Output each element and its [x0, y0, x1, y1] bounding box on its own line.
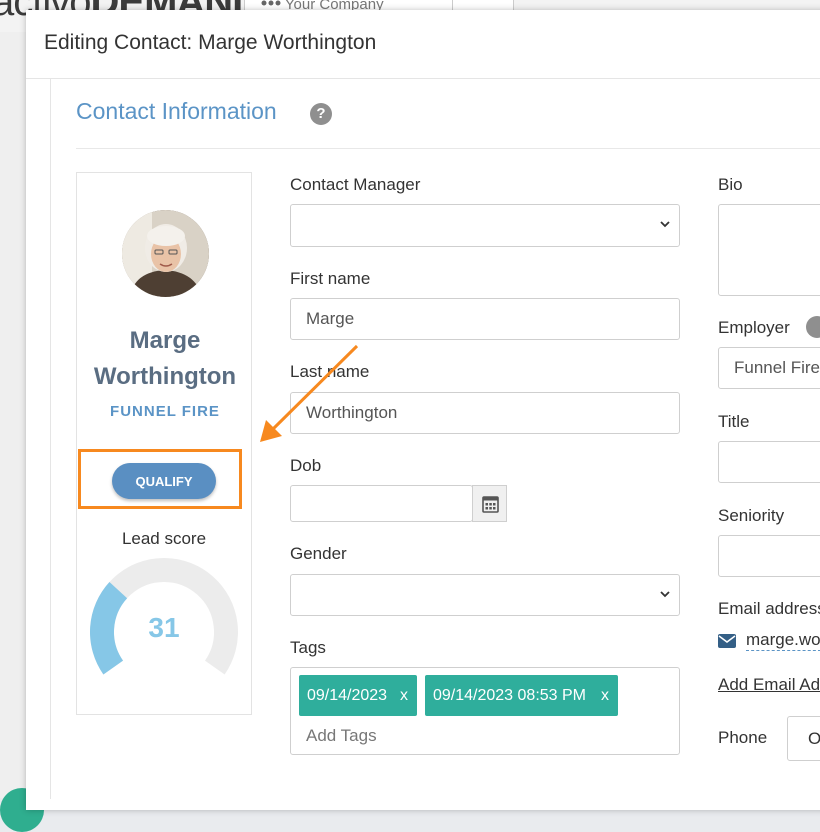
- app-sidebar: [0, 32, 26, 798]
- last-name-label: Last name: [290, 362, 370, 381]
- help-icon[interactable]: ?: [310, 103, 332, 125]
- email-label: Email address: [718, 599, 820, 618]
- dob-label: Dob: [290, 456, 322, 475]
- edit-contact-modal: Editing Contact: Marge Worthington Conta…: [26, 10, 820, 810]
- first-name-label: First name: [290, 269, 371, 288]
- lead-score-value: 31: [148, 612, 180, 643]
- qualify-button[interactable]: QUALIFY: [112, 463, 216, 499]
- contact-manager-label: Contact Manager: [290, 175, 421, 194]
- tags-input[interactable]: 09/14/2023 x 09/14/2023 08:53 PM x Add T…: [290, 667, 680, 755]
- avatar[interactable]: [122, 210, 209, 297]
- bio-textarea[interactable]: [718, 204, 820, 296]
- phone-type-select[interactable]: O: [787, 716, 820, 761]
- tags-label: Tags: [290, 638, 326, 657]
- avatar-image: [122, 210, 209, 297]
- calendar-icon: [482, 496, 499, 513]
- employer-label: Employer: [718, 318, 790, 337]
- contact-manager-select[interactable]: [290, 204, 680, 247]
- envelope-icon: [718, 634, 736, 648]
- content-divider: [50, 79, 51, 799]
- seniority-label: Seniority: [718, 506, 785, 525]
- employer-input[interactable]: Funnel Fire: [718, 347, 820, 389]
- contact-name: Marge Worthington: [93, 327, 237, 390]
- dob-input[interactable]: [290, 485, 473, 522]
- tag-remove-button[interactable]: x: [601, 675, 609, 716]
- grid-icon: [261, 0, 281, 6]
- chevron-down-icon: [660, 591, 670, 598]
- tag-chip: 09/14/2023 08:53 PM x: [425, 675, 618, 716]
- last-name-input[interactable]: Worthington: [290, 392, 680, 434]
- lead-score-label: Lead score: [121, 529, 207, 548]
- calendar-button[interactable]: [472, 485, 507, 522]
- tags-placeholder: Add Tags: [306, 726, 377, 745]
- section-title: Contact Information: [76, 98, 277, 124]
- add-email-link[interactable]: Add Email Ad: [718, 675, 820, 695]
- modal-title: Editing Contact: Marge Worthington: [44, 31, 377, 54]
- modal-header: Editing Contact: Marge Worthington: [26, 10, 820, 79]
- contact-company[interactable]: FUNNEL FIRE: [77, 403, 253, 420]
- chevron-down-icon: [660, 221, 670, 228]
- title-label: Title: [718, 412, 750, 431]
- tag-remove-button[interactable]: x: [400, 675, 408, 716]
- info-icon[interactable]: [806, 316, 820, 338]
- gender-select[interactable]: [290, 574, 680, 616]
- title-input[interactable]: [718, 441, 820, 483]
- gender-label: Gender: [290, 544, 347, 563]
- bio-label: Bio: [718, 175, 743, 194]
- first-name-input[interactable]: Marge: [290, 298, 680, 340]
- phone-label: Phone: [718, 728, 768, 747]
- seniority-input[interactable]: [718, 535, 820, 577]
- tag-chip: 09/14/2023 x: [299, 675, 417, 716]
- email-value[interactable]: marge.wo: [746, 630, 820, 651]
- section-divider: [76, 148, 820, 149]
